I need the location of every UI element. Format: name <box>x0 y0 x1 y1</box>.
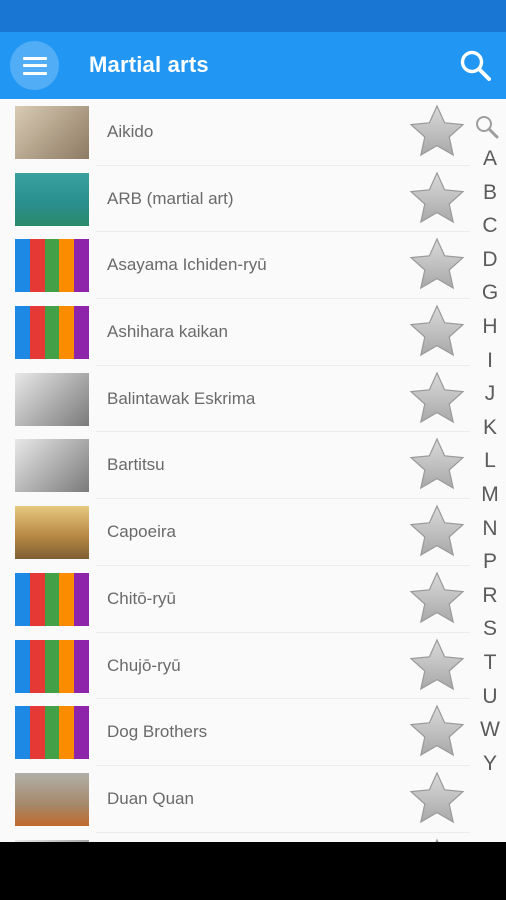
index-letter[interactable]: K <box>474 416 506 440</box>
item-thumbnail <box>15 772 89 826</box>
star-icon[interactable] <box>408 570 466 628</box>
item-thumbnail <box>15 372 89 426</box>
item-thumbnail <box>15 506 89 560</box>
item-thumbnail <box>15 639 89 693</box>
index-letter[interactable]: J <box>474 382 506 406</box>
search-icon[interactable] <box>458 48 494 84</box>
star-icon[interactable] <box>408 170 466 228</box>
item-label: Dog Brothers <box>107 722 208 742</box>
item-label: Bartitsu <box>107 455 165 475</box>
martial-arts-list: Aikido ARB (martial art) Asayama Ichiden-r… <box>0 99 470 842</box>
magnifier-icon[interactable] <box>474 114 500 140</box>
index-letter[interactable]: M <box>474 483 506 507</box>
menu-icon <box>22 56 47 75</box>
star-icon[interactable] <box>408 236 466 294</box>
list-item[interactable]: Chitō-ryū <box>0 565 470 633</box>
item-thumbnail <box>15 572 89 626</box>
item-label: Duan Quan <box>107 788 194 808</box>
index-letter[interactable]: L <box>474 449 506 473</box>
star-icon[interactable] <box>408 503 466 561</box>
item-label: ARB (martial art) <box>107 188 234 208</box>
index-letter[interactable]: S <box>474 617 506 641</box>
index-letter[interactable]: Y <box>474 752 506 776</box>
item-label: Balintawak Eskrima <box>107 388 256 408</box>
star-icon[interactable] <box>408 303 466 361</box>
star-icon[interactable] <box>408 436 466 494</box>
item-label: Chujō-ryū <box>107 655 181 675</box>
page-title: Martial arts <box>89 52 209 77</box>
list-item[interactable]: Duan Quan <box>0 765 470 833</box>
index-letter[interactable]: C <box>474 214 506 238</box>
list-item[interactable]: Aikido <box>0 99 470 166</box>
index-letter[interactable]: U <box>474 685 506 709</box>
item-thumbnail <box>15 306 89 360</box>
list-item[interactable]: Capoeira <box>0 499 470 566</box>
list-item[interactable]: Chujō-ryū <box>0 632 470 700</box>
index-letter[interactable]: G <box>474 281 506 305</box>
index-letter[interactable]: R <box>474 584 506 608</box>
item-label: Aikido <box>107 122 154 141</box>
list-item[interactable]: Dog Brothers <box>0 699 470 766</box>
menu-button[interactable] <box>10 41 59 90</box>
index-letter[interactable]: W <box>474 718 506 742</box>
index-letter[interactable]: N <box>474 517 506 541</box>
index-letter[interactable]: D <box>474 248 506 272</box>
star-icon[interactable] <box>408 370 466 428</box>
index-letter[interactable]: B <box>474 181 506 205</box>
item-thumbnail <box>15 172 89 226</box>
list-item[interactable] <box>0 832 470 842</box>
item-label: Asayama Ichiden-ryū <box>107 255 267 275</box>
index-letter[interactable]: I <box>474 349 506 373</box>
navigation-bar <box>0 842 506 900</box>
status-bar <box>0 0 506 32</box>
item-label: Chitō-ryū <box>107 588 176 608</box>
list-item[interactable]: Asayama Ichiden-ryū <box>0 232 470 300</box>
item-thumbnail <box>15 106 89 159</box>
item-thumbnail <box>15 706 89 760</box>
app-bar: Martial arts <box>0 32 506 99</box>
star-icon[interactable] <box>408 103 466 161</box>
item-thumbnail <box>15 239 89 293</box>
index-letter[interactable]: H <box>474 315 506 339</box>
list-item[interactable]: Bartitsu <box>0 432 470 500</box>
star-icon[interactable] <box>408 703 466 761</box>
item-thumbnail <box>15 439 89 493</box>
list-item[interactable]: Balintawak Eskrima <box>0 365 470 433</box>
index-letter[interactable]: P <box>474 550 506 574</box>
star-icon[interactable] <box>408 770 466 828</box>
index-letter[interactable]: T <box>474 651 506 675</box>
item-label: Ashihara kaikan <box>107 322 228 342</box>
list-item[interactable]: Ashihara kaikan <box>0 299 470 366</box>
item-label: Capoeira <box>107 522 176 542</box>
star-icon[interactable] <box>408 637 466 695</box>
list-item[interactable]: ARB (martial art) <box>0 165 470 233</box>
index-letter[interactable]: A <box>474 147 506 171</box>
